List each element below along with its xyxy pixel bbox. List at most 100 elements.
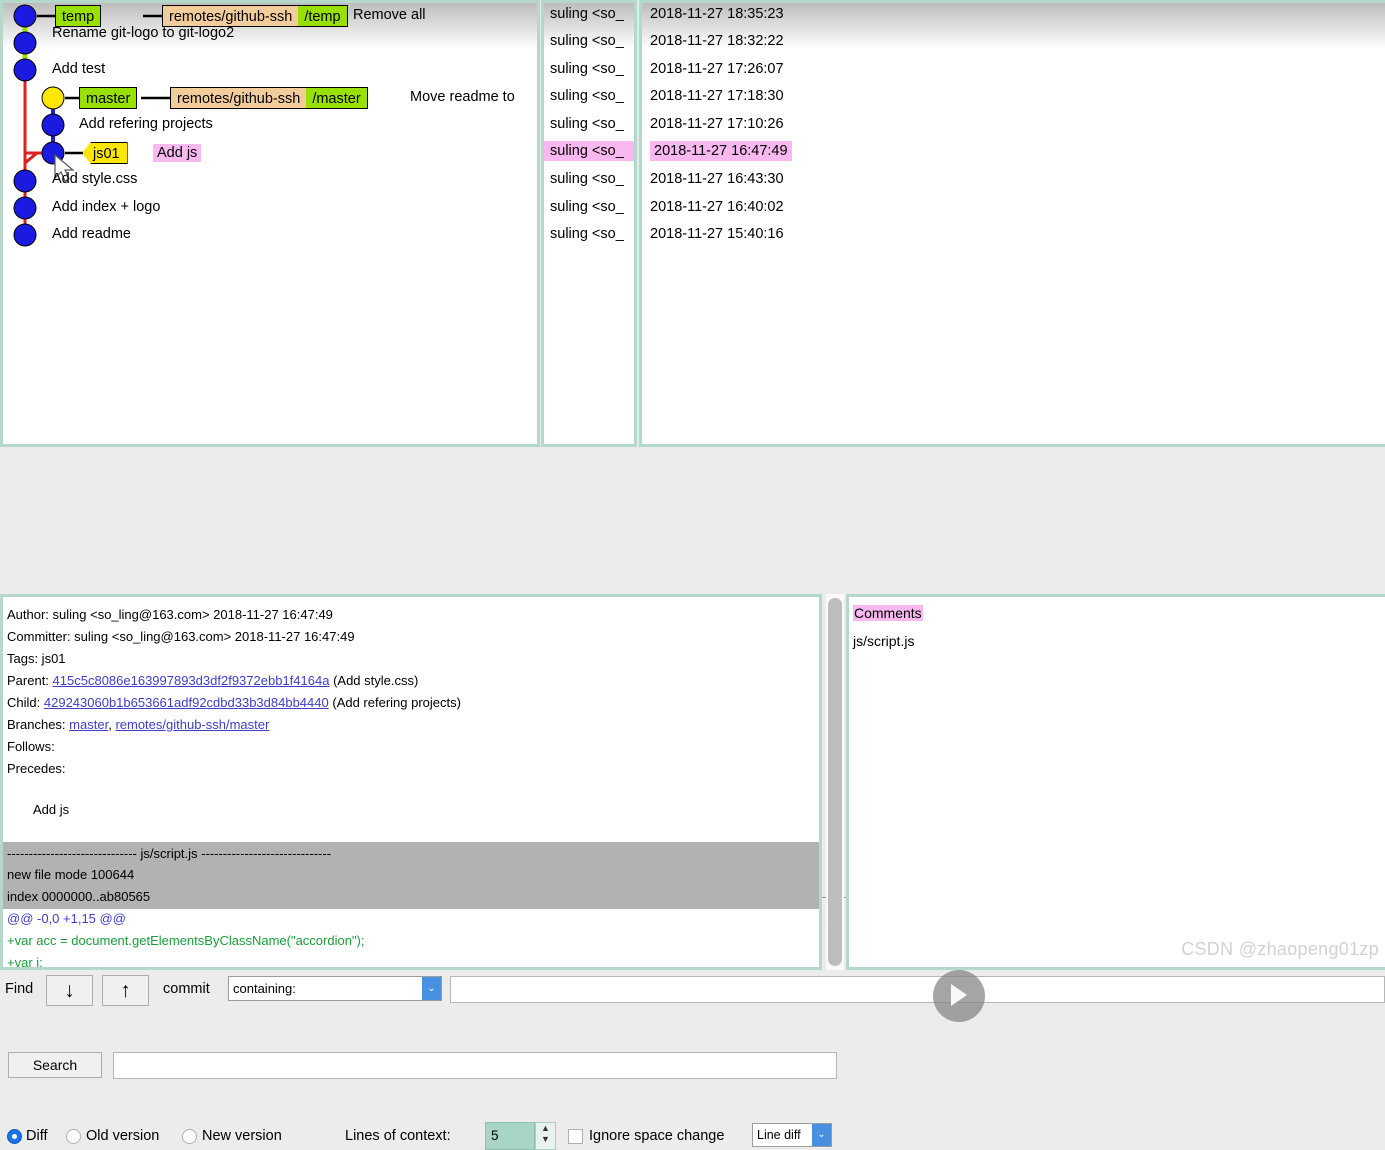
commit-date[interactable]: 2018-11-27 16:40:02: [650, 199, 784, 215]
commit-author[interactable]: suling <so_: [550, 61, 624, 77]
find-mode-value: containing:: [233, 981, 296, 996]
commit-subject-selected[interactable]: Add js: [153, 144, 202, 162]
detail-pane-scrollbar-track[interactable]: [826, 594, 844, 970]
commit-subject[interactable]: Add readme: [52, 226, 131, 242]
commit-author[interactable]: suling <so_: [550, 226, 624, 242]
branch-link-master[interactable]: master: [69, 717, 108, 732]
commit-date[interactable]: 2018-11-27 18:35:23: [650, 6, 784, 22]
lines-of-context-label: Lines of context:: [345, 1128, 451, 1144]
remote-prefix-master: remotes/github-ssh: [171, 88, 307, 108]
commit-date[interactable]: 2018-11-27 17:26:07: [650, 61, 784, 77]
commit-subject[interactable]: Add style.css: [52, 171, 137, 187]
patch-file-entry[interactable]: js/script.js: [853, 633, 914, 649]
branches-comma: ,: [108, 717, 112, 732]
detail-child-sha-link[interactable]: 429243060b1b653661adf92cdbd33b3d84bb4440: [44, 695, 329, 710]
commit-author-selected[interactable]: suling <so_: [544, 141, 634, 161]
detail-pane-scrollbar-thumb[interactable]: [828, 598, 842, 966]
find-mode-select[interactable]: containing: ⌄: [228, 976, 442, 1001]
comments-entry[interactable]: Comments: [853, 605, 923, 621]
detail-parent-label: Parent:: [7, 673, 49, 688]
lines-of-context-input[interactable]: 5: [485, 1122, 535, 1150]
ignore-space-change-label: Ignore space change: [589, 1128, 725, 1144]
commit-author[interactable]: suling <so_: [550, 171, 624, 187]
comments-label: Comments: [853, 605, 923, 621]
detail-author-line: Author: suling <so_ling@163.com> 2018-11…: [7, 607, 333, 622]
remote-suffix-master: /master: [306, 88, 367, 108]
detail-parent-sha-link[interactable]: 415c5c8086e163997893d3df2f9372ebb1f4164a: [53, 673, 330, 688]
commit-detail-pane[interactable]: Author: suling <so_ling@163.com> 2018-11…: [0, 594, 822, 970]
diff-mode-value: Line diff: [757, 1128, 801, 1142]
detail-committer-line: Committer: suling <so_ling@163.com> 2018…: [7, 629, 355, 644]
commit-subject[interactable]: Remove all: [353, 7, 426, 23]
commit-author[interactable]: suling <so_: [550, 6, 624, 22]
find-prev-icon[interactable]: ↑: [102, 975, 149, 1006]
find-target-label: commit: [163, 981, 210, 997]
commit-author[interactable]: suling <so_: [550, 88, 624, 104]
remote-suffix-temp: /temp: [298, 6, 347, 26]
radio-new-version[interactable]: [182, 1129, 197, 1144]
commit-graph-area: temp remotes/github-ssh/temp master remo…: [0, 0, 1385, 447]
commit-author[interactable]: suling <so_: [550, 33, 624, 49]
remote-branch-label-temp[interactable]: remotes/github-ssh/temp: [162, 5, 348, 27]
patch-tree-toolbar: Patch Tree: [846, 530, 1385, 558]
chevron-down-icon[interactable]: ⌄: [812, 1124, 831, 1146]
commit-date[interactable]: 2018-11-27 18:32:22: [650, 33, 784, 49]
find-next-icon[interactable]: ↓: [46, 975, 93, 1006]
commit-subject[interactable]: Add index + logo: [52, 199, 160, 215]
detail-branches-label: Branches:: [7, 717, 66, 732]
search-input[interactable]: [113, 1052, 837, 1079]
git-gui-window: temp remotes/github-ssh/temp master remo…: [0, 0, 1385, 1150]
detail-tags-line: Tags: js01: [7, 651, 66, 666]
detail-branches-line: Branches: master, remotes/github-ssh/mas…: [7, 717, 269, 732]
radio-diff[interactable]: [7, 1129, 22, 1144]
branch-label-master[interactable]: master: [79, 87, 138, 109]
diff-file-header: ------------------------------ js/script…: [7, 846, 332, 861]
watermark: CSDN @zhaopeng01zp: [1181, 939, 1379, 959]
diff-added-line: +var acc = document.getElementsByClassNa…: [7, 933, 365, 948]
detail-child-label: Child:: [7, 695, 41, 710]
detail-precedes-line: Precedes:: [7, 761, 66, 776]
detail-follows-line: Follows:: [7, 739, 55, 754]
search-button[interactable]: Search: [8, 1052, 102, 1078]
ignore-space-change-checkbox[interactable]: [568, 1129, 583, 1144]
detail-child-line: Child: 429243060b1b653661adf92cdbd33b3d8…: [7, 695, 461, 710]
find-label: Find: [5, 981, 34, 997]
find-query-input[interactable]: [450, 976, 1385, 1003]
commit-subject[interactable]: Add refering projects: [79, 116, 213, 132]
play-button-overlay-icon[interactable]: [933, 970, 985, 1022]
branch-link-remote-master[interactable]: remotes/github-ssh/master: [115, 717, 269, 732]
graph-panel[interactable]: temp remotes/github-ssh/temp master remo…: [0, 0, 540, 447]
sha-toolbar: SHA1 ID: 27d2f8146eabcf2782e87ce445b8469…: [0, 447, 1385, 928]
detail-child-subject: (Add refering projects): [332, 695, 461, 710]
patch-file-list-pane[interactable]: Comments js/script.js: [846, 594, 1385, 970]
detail-parent-subject: (Add style.css): [333, 673, 419, 688]
commit-date[interactable]: 2018-11-27 17:18:30: [650, 88, 784, 104]
commit-subject[interactable]: Move readme to: [410, 89, 515, 105]
remote-prefix-temp: remotes/github-ssh: [163, 6, 299, 26]
author-column-panel[interactable]: suling <so_ suling <so_ suling <so_ suli…: [541, 0, 637, 447]
commit-author[interactable]: suling <so_: [550, 116, 624, 132]
detail-parent-line: Parent: 415c5c8086e163997893d3df2f9372eb…: [7, 673, 418, 688]
radio-old-version-label: Old version: [86, 1128, 160, 1144]
commit-date[interactable]: 2018-11-27 17:10:26: [650, 116, 784, 132]
play-triangle-icon: [951, 984, 967, 1006]
commit-subject[interactable]: Add test: [52, 61, 105, 77]
chevron-down-icon[interactable]: ⌄: [422, 977, 441, 1000]
diff-mode-select[interactable]: Line diff ⌄: [752, 1123, 832, 1147]
commit-subject[interactable]: Rename git-logo to git-logo2: [52, 25, 234, 41]
commit-author[interactable]: suling <so_: [550, 199, 624, 215]
diff-file-index: index 0000000..ab80565: [7, 889, 151, 904]
commit-date[interactable]: 2018-11-27 16:43:30: [650, 171, 784, 187]
commit-date-selected[interactable]: 2018-11-27 16:47:49: [650, 141, 792, 161]
remote-branch-label-master[interactable]: remotes/github-ssh/master: [170, 87, 368, 109]
radio-diff-label: Diff: [26, 1128, 48, 1144]
date-column-panel[interactable]: 2018-11-27 18:35:23 2018-11-27 18:32:22 …: [639, 0, 1385, 447]
branch-label-temp[interactable]: temp: [55, 5, 102, 27]
lines-of-context-stepper[interactable]: ▲ ▼: [535, 1122, 556, 1150]
bottom-area: Author: suling <so_ling@163.com> 2018-11…: [0, 594, 1385, 970]
commit-date[interactable]: 2018-11-27 15:40:16: [650, 226, 784, 242]
tag-label-js01[interactable]: js01: [82, 142, 128, 164]
diff-hunk-header: @@ -0,0 +1,15 @@: [7, 911, 126, 926]
detail-commit-message: Add js: [33, 802, 70, 817]
radio-old-version[interactable]: [66, 1129, 81, 1144]
